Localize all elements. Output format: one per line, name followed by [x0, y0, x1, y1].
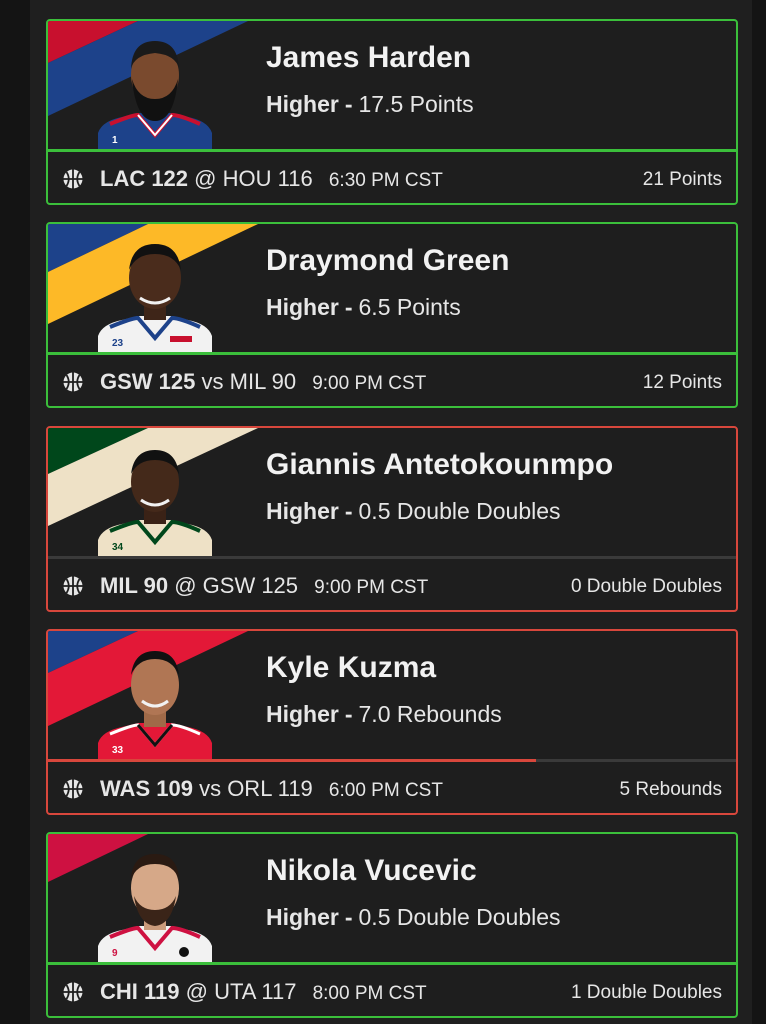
matchup-connector: vs: [199, 776, 222, 801]
matchup: MIL 90 @ GSW 125 9:00 PM CST: [100, 573, 428, 599]
game-time: 9:00 PM CST: [314, 577, 429, 598]
pick-direction: Higher: [266, 701, 339, 727]
game-row: CHI 119 @ UTA 117 8:00 PM CST 1 Double D…: [48, 965, 736, 1016]
team-score-primary: LAC 122: [100, 166, 189, 191]
jersey-number: 23: [112, 338, 124, 349]
player-name: Kyle Kuzma: [266, 651, 437, 684]
game-row: LAC 122 @ HOU 116 6:30 PM CST 21 Points: [48, 152, 736, 203]
pick-value: 7.0 Rebounds: [358, 701, 502, 727]
game-row: GSW 125 vs MIL 90 9:00 PM CST 12 Points: [48, 355, 736, 406]
final-stat: 21 Points: [642, 169, 722, 190]
final-stat: 1 Double Doubles: [570, 982, 722, 1003]
pick-value: 6.5 Points: [358, 294, 461, 320]
basketball-icon: [63, 576, 83, 596]
matchup: CHI 119 @ UTA 117 8:00 PM CST: [100, 979, 427, 1005]
pick-line: Higher -0.5 Double Doubles: [266, 498, 561, 525]
pick-card[interactable]: 1 James Harden Higher -17.5 Points LAC 12…: [46, 19, 738, 205]
matchup-connector: @: [185, 979, 208, 1004]
jersey-number: 9: [112, 948, 118, 959]
pick-separator: -: [344, 294, 353, 320]
pick-line: Higher -17.5 Points: [266, 91, 474, 118]
pick-direction: Higher: [266, 904, 339, 930]
matchup: GSW 125 vs MIL 90 9:00 PM CST: [100, 369, 426, 395]
pick-card[interactable]: 23 Draymond Green Higher -6.5 Points GSW …: [46, 222, 738, 408]
pick-line: Higher -6.5 Points: [266, 294, 461, 321]
team-score-primary: WAS 109: [100, 776, 193, 801]
pick-card-header: 9 Nikola Vucevic Higher -0.5 Double Doubl…: [48, 834, 736, 962]
pick-direction: Higher: [266, 294, 339, 320]
jersey-number: 34: [112, 542, 124, 553]
game-time: 8:00 PM CST: [312, 983, 427, 1004]
game-time: 6:30 PM CST: [328, 170, 443, 191]
matchup: WAS 109 vs ORL 119 6:00 PM CST: [100, 776, 443, 802]
game-row: WAS 109 vs ORL 119 6:00 PM CST 5 Rebound…: [48, 762, 736, 813]
pick-separator: -: [344, 91, 353, 117]
pick-value: 0.5 Double Doubles: [358, 904, 561, 930]
game-time: 6:00 PM CST: [328, 780, 443, 801]
team-score-primary: CHI 119: [100, 979, 180, 1004]
player-name: Giannis Antetokounmpo: [266, 448, 614, 481]
team-score-opponent: MIL 90: [229, 369, 297, 394]
matchup-connector: @: [194, 166, 217, 191]
player-headshot: 9: [98, 854, 212, 962]
jersey-number: 1: [112, 135, 118, 146]
player-name: Draymond Green: [266, 244, 510, 277]
player-name: James Harden: [266, 41, 472, 74]
final-stat: 0 Double Doubles: [570, 576, 722, 597]
pick-separator: -: [344, 701, 353, 727]
team-score-opponent: ORL 119: [227, 776, 313, 801]
pick-direction: Higher: [266, 498, 339, 524]
pick-card-header: 33 Kyle Kuzma Higher -7.0 Rebounds: [48, 631, 736, 759]
final-stat: 5 Rebounds: [619, 779, 722, 800]
pick-card-header: 23 Draymond Green Higher -6.5 Points: [48, 224, 736, 352]
player-headshot: 34: [98, 450, 212, 556]
team-score-opponent: UTA 117: [214, 979, 297, 1004]
team-score-opponent: HOU 116: [222, 166, 313, 191]
player-headshot: 23: [98, 244, 212, 352]
pick-direction: Higher: [266, 91, 339, 117]
pick-line: Higher -0.5 Double Doubles: [266, 904, 561, 931]
matchup-connector: vs: [201, 369, 224, 394]
player-headshot: 1: [98, 41, 212, 149]
matchup: LAC 122 @ HOU 116 6:30 PM CST: [100, 166, 443, 192]
player-name: Nikola Vucevic: [266, 854, 477, 887]
pick-line: Higher -7.0 Rebounds: [266, 701, 502, 728]
basketball-icon: [63, 982, 83, 1002]
game-time: 9:00 PM CST: [312, 373, 427, 394]
game-row: MIL 90 @ GSW 125 9:00 PM CST 0 Double Do…: [48, 559, 736, 610]
pick-separator: -: [344, 498, 353, 524]
pick-card[interactable]: 9 Nikola Vucevic Higher -0.5 Double Doubl…: [46, 832, 738, 1018]
matchup-connector: @: [174, 573, 197, 598]
pick-card[interactable]: 34 Giannis Antetokounmpo Higher -0.5 Doub…: [46, 426, 738, 612]
pick-card[interactable]: 33 Kyle Kuzma Higher -7.0 Rebounds WAS 10…: [46, 629, 738, 815]
jersey-number: 33: [112, 745, 124, 756]
basketball-icon: [63, 169, 83, 189]
pick-value: 0.5 Double Doubles: [358, 498, 561, 524]
pick-card-header: 34 Giannis Antetokounmpo Higher -0.5 Doub…: [48, 428, 736, 556]
final-stat: 12 Points: [642, 372, 722, 393]
pick-card-header: 1 James Harden Higher -17.5 Points: [48, 21, 736, 149]
team-score-primary: GSW 125: [100, 369, 196, 394]
basketball-icon: [63, 779, 83, 799]
player-headshot: 33: [98, 651, 212, 759]
team-score-primary: MIL 90: [100, 573, 169, 598]
pick-separator: -: [344, 904, 353, 930]
team-score-opponent: GSW 125: [202, 573, 299, 598]
basketball-icon: [63, 372, 83, 392]
pick-value: 17.5 Points: [358, 91, 474, 117]
